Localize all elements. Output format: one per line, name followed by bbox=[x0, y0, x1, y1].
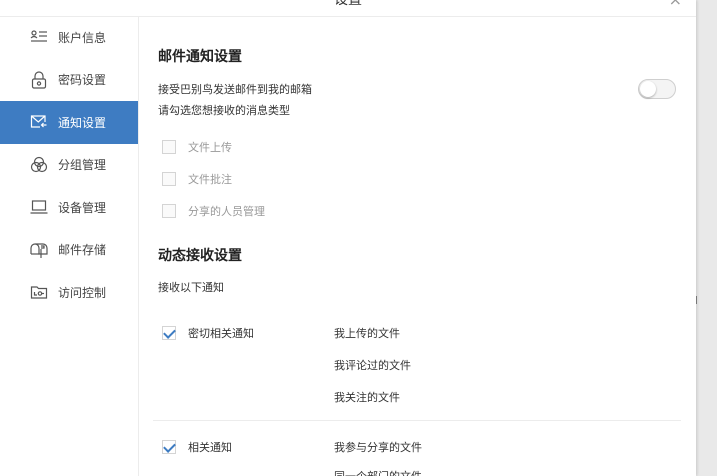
group-label: 密切相关通知 bbox=[188, 327, 254, 340]
settings-dialog: 设置 × 账户信息 bbox=[0, 0, 696, 476]
account-info-icon bbox=[30, 28, 48, 46]
access-control-icon bbox=[30, 283, 48, 301]
sidebar-item-label: 账户信息 bbox=[58, 30, 107, 45]
background-window-edge bbox=[696, 296, 697, 304]
sidebar-item-access-control[interactable]: 访问控制 bbox=[0, 271, 138, 314]
checkbox[interactable] bbox=[162, 172, 176, 186]
checkbox[interactable] bbox=[162, 140, 176, 154]
group-item: 我关注的文件 bbox=[334, 391, 400, 404]
group-item: 我评论过的文件 bbox=[334, 359, 411, 372]
laptop-icon bbox=[30, 198, 48, 216]
sidebar-item-label: 设备管理 bbox=[58, 200, 107, 215]
email-notification-toggle[interactable] bbox=[638, 79, 676, 99]
dialog-titlebar: 设置 × bbox=[0, 0, 696, 17]
close-icon[interactable]: × bbox=[669, 0, 682, 10]
sidebar-item-label: 邮件存储 bbox=[58, 243, 107, 258]
dynamic-subtitle: 接收以下通知 bbox=[158, 281, 224, 294]
sidebar-item-label: 访问控制 bbox=[58, 285, 107, 300]
notification-mail-icon bbox=[30, 113, 48, 131]
checkmark-icon bbox=[163, 326, 176, 339]
settings-sidebar: 账户信息 密码设置 通知设置 分组管理 设备管理 邮件存储 访问控制 bbox=[0, 16, 139, 476]
dialog-title: 设置 bbox=[334, 0, 362, 8]
option-label: 文件批注 bbox=[188, 173, 232, 186]
section-divider bbox=[153, 420, 681, 421]
group-close-related[interactable]: 密切相关通知 bbox=[162, 325, 254, 341]
notification-settings-panel: 邮件通知设置 接受巴别鸟发送邮件到我的邮箱 请勾选您想接收的消息类型 文件上传 … bbox=[139, 16, 696, 476]
group-label: 相关通知 bbox=[188, 441, 232, 454]
sidebar-item-mail-storage[interactable]: 邮件存储 bbox=[0, 229, 138, 272]
mailbox-storage-icon bbox=[30, 241, 48, 259]
sidebar-item-notifications[interactable]: 通知设置 bbox=[0, 101, 138, 144]
option-file-upload[interactable]: 文件上传 bbox=[162, 139, 232, 155]
group-related[interactable]: 相关通知 bbox=[162, 439, 232, 455]
option-share-member-management[interactable]: 分享的人员管理 bbox=[162, 203, 265, 219]
receive-email-label: 接受巴别鸟发送邮件到我的邮箱 bbox=[158, 83, 312, 96]
group-item: 我参与分享的文件 bbox=[334, 441, 422, 454]
checkbox-checked[interactable] bbox=[162, 326, 176, 340]
sidebar-item-label: 通知设置 bbox=[58, 115, 107, 130]
dynamic-section-title: 动态接收设置 bbox=[158, 248, 242, 264]
sidebar-item-groups[interactable]: 分组管理 bbox=[0, 144, 138, 187]
checkbox[interactable] bbox=[162, 204, 176, 218]
sidebar-item-label: 密码设置 bbox=[58, 73, 107, 88]
checkmark-icon bbox=[163, 440, 176, 453]
sidebar-item-account-info[interactable]: 账户信息 bbox=[0, 16, 138, 59]
option-label: 文件上传 bbox=[188, 141, 232, 154]
option-file-annotation[interactable]: 文件批注 bbox=[162, 171, 232, 187]
group-item: 同一个部门的文件 bbox=[334, 468, 422, 476]
sidebar-item-password[interactable]: 密码设置 bbox=[0, 59, 138, 102]
sidebar-item-devices[interactable]: 设备管理 bbox=[0, 186, 138, 229]
sidebar-item-label: 分组管理 bbox=[58, 158, 107, 173]
toggle-knob bbox=[640, 81, 656, 97]
lock-icon bbox=[30, 71, 48, 89]
message-type-hint: 请勾选您想接收的消息类型 bbox=[158, 104, 290, 117]
email-section-title: 邮件通知设置 bbox=[158, 49, 242, 65]
checkbox-checked[interactable] bbox=[162, 440, 176, 454]
group-icon bbox=[30, 156, 48, 174]
group-item: 我上传的文件 bbox=[334, 327, 400, 340]
option-label: 分享的人员管理 bbox=[188, 205, 265, 218]
